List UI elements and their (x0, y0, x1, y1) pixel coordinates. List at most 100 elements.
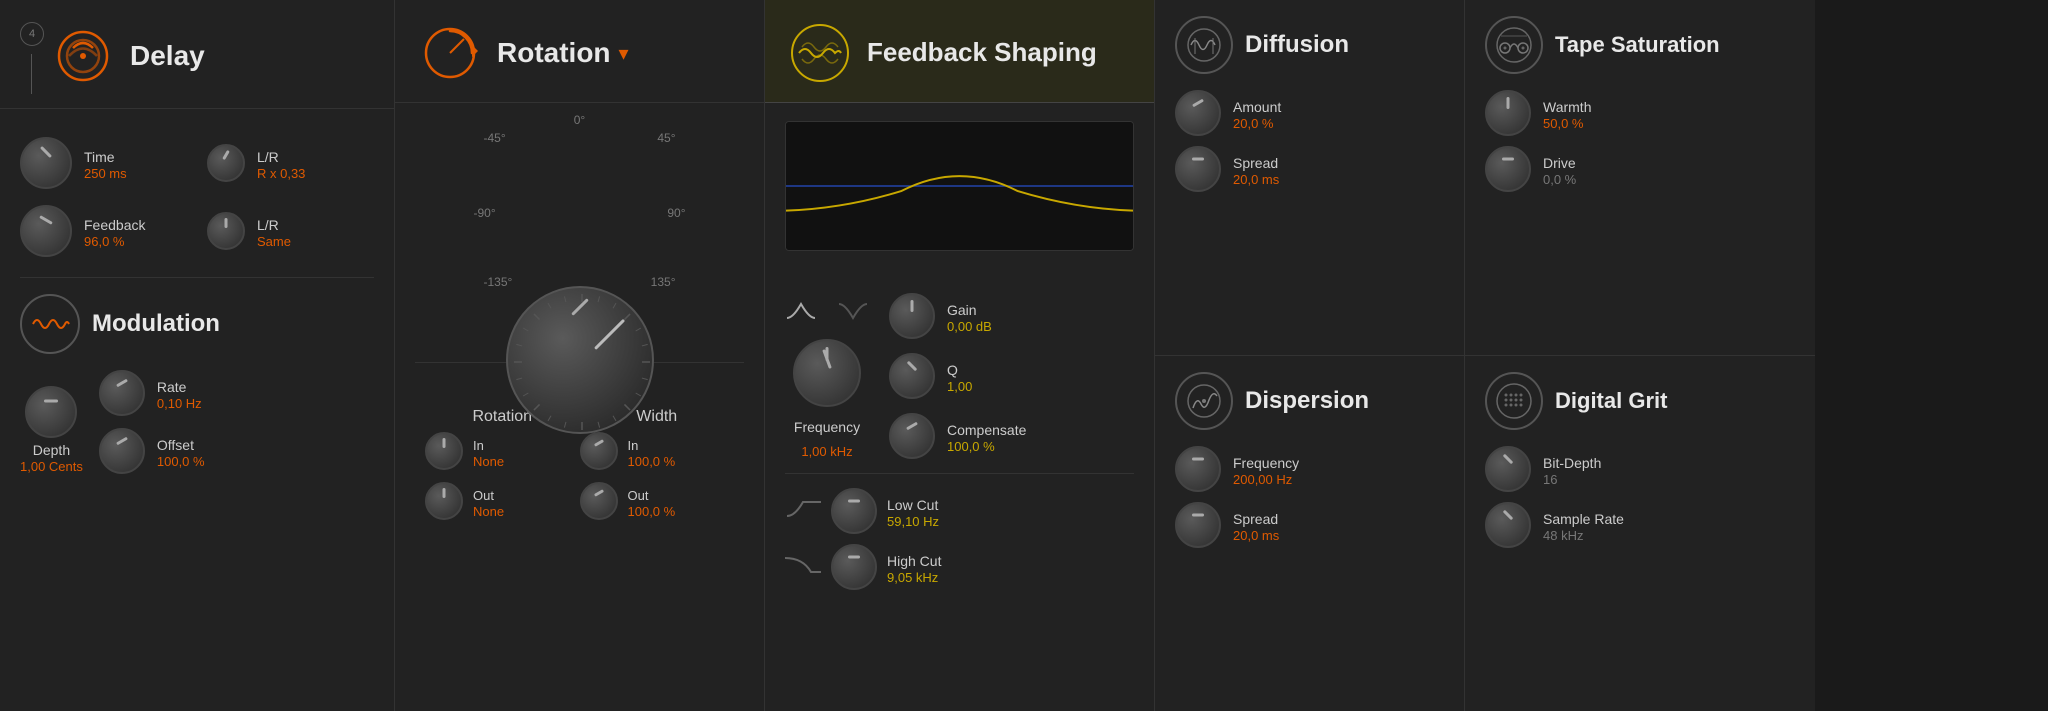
feedback-row: Feedback 96,0 % (20, 205, 187, 257)
angle-dial-container: 0° 45° 90° 135° +/-180° -135° -90° -45° (470, 113, 690, 313)
compensate-knob[interactable] (889, 413, 935, 459)
warmth-param: Warmth 50,0 % (1543, 95, 1591, 131)
lr2-value: Same (257, 234, 291, 249)
highcut-icon (785, 554, 821, 581)
angle-dial[interactable] (506, 133, 654, 281)
digital-grit-icon (1485, 372, 1543, 430)
samplerate-label: Sample Rate (1543, 511, 1624, 527)
digital-grit-sub-panel: Digital Grit Bit-Depth 16 Sample Rate 48… (1465, 356, 1815, 711)
compensate-label: Compensate (947, 422, 1026, 438)
lr1-knob[interactable] (207, 144, 245, 182)
dispersion-icon (1175, 372, 1233, 430)
diffusion-spread-value: 20,0 ms (1233, 172, 1279, 187)
dispersion-params: Frequency 200,00 Hz Spread 20,0 ms (1175, 446, 1444, 548)
lr1-row: L/R R x 0,33 (207, 137, 374, 189)
rotation-out-knob[interactable] (425, 482, 463, 520)
highcut-label: High Cut (887, 553, 941, 569)
bitdepth-knob[interactable] (1485, 446, 1531, 492)
dispersion-sub-panel: Dispersion Frequency 200,00 Hz Spread 20… (1155, 356, 1464, 711)
lr1-param: L/R R x 0,33 (257, 145, 305, 181)
digital-grit-params: Bit-Depth 16 Sample Rate 48 kHz (1485, 446, 1795, 548)
warmth-knob[interactable] (1485, 90, 1531, 136)
q-row: Q 1,00 (889, 353, 1026, 399)
dispersion-spread-param: Spread 20,0 ms (1233, 507, 1279, 543)
tape-icon (1485, 16, 1543, 74)
lr2-row: L/R Same (207, 205, 374, 257)
rate-knob[interactable] (99, 370, 145, 416)
lowcut-knob[interactable] (831, 488, 877, 534)
width-out-row: Out 100,0 % (580, 482, 735, 520)
feedback-knob[interactable] (20, 205, 72, 257)
width-out-knob[interactable] (580, 482, 618, 520)
rotation-header: Rotation ▾ (395, 0, 764, 103)
feedback-icon-container (785, 18, 855, 88)
frequency-knob[interactable] (793, 339, 861, 407)
feedback-label: Feedback (84, 217, 145, 233)
lowcut-value: 59,10 Hz (887, 514, 939, 529)
rotation-dropdown[interactable]: ▾ (619, 41, 629, 66)
time-knob[interactable] (20, 137, 72, 189)
rotation-in-knob[interactable] (425, 432, 463, 470)
digital-grit-title: Digital Grit (1555, 388, 1667, 414)
rotation-in-param: In None (473, 434, 504, 469)
width-in-knob[interactable] (580, 432, 618, 470)
mod-right-params: Rate 0,10 Hz Offset 100,0 % (99, 370, 205, 474)
highcut-value: 9,05 kHz (887, 570, 941, 585)
dispersion-spread-knob[interactable] (1175, 502, 1221, 548)
dispersion-spread-row: Spread 20,0 ms (1175, 502, 1444, 548)
rate-row: Rate 0,10 Hz (99, 370, 205, 416)
time-row: Time 250 ms (20, 137, 187, 189)
freq-label: Frequency (794, 419, 860, 435)
filter-shape-row: Frequency 1,00 kHz Gain 0,00 dB Q (785, 265, 1134, 459)
samplerate-knob[interactable] (1485, 502, 1531, 548)
delay-content: Time 250 ms L/R R x 0,33 Feedback 96,0 % (0, 109, 394, 711)
rate-label: Rate (157, 379, 202, 395)
time-param: Time 250 ms (84, 145, 127, 181)
depth-value: 1,00 Cents (20, 459, 83, 474)
rate-param: Rate 0,10 Hz (157, 375, 202, 411)
dispersion-freq-knob[interactable] (1175, 446, 1221, 492)
drive-knob[interactable] (1485, 146, 1531, 192)
modulation-title: Modulation (92, 310, 220, 338)
depth-knob[interactable] (25, 386, 77, 438)
diffusion-amount-row: Amount 20,0 % (1175, 90, 1444, 136)
feedback-panel: Feedback Shaping (765, 0, 1155, 711)
notch-shape-btn[interactable] (837, 300, 869, 327)
width-in-label: In (628, 438, 676, 453)
diffusion-spread-knob[interactable] (1175, 146, 1221, 192)
rotation-content: 0° 45° 90° 135° +/-180° -135° -90° -45° (395, 103, 764, 711)
modulation-icon (20, 294, 80, 354)
delay-icon (48, 21, 118, 91)
dispersion-spread-value: 20,0 ms (1233, 528, 1279, 543)
q-param: Q 1,00 (947, 358, 972, 394)
lr2-knob[interactable] (207, 212, 245, 250)
width-out-value: 100,0 % (628, 504, 676, 519)
rotation-in-value: None (473, 454, 504, 469)
width-in-value: 100,0 % (628, 454, 676, 469)
peak-shape-btn[interactable] (785, 300, 817, 327)
delay-header: 4 Delay (0, 0, 394, 109)
warmth-row: Warmth 50,0 % (1485, 90, 1795, 136)
feedback-param: Feedback 96,0 % (84, 213, 145, 249)
offset-label: Offset (157, 437, 205, 453)
rotation-icon-container (415, 18, 485, 88)
diffusion-amount-knob[interactable] (1175, 90, 1221, 136)
filter-section: Low Cut 59,10 Hz High Cut 9,05 kHz (785, 473, 1134, 590)
bitdepth-row: Bit-Depth 16 (1485, 446, 1795, 492)
rotation-title: Rotation (497, 37, 611, 69)
samplerate-value: 48 kHz (1543, 528, 1624, 543)
time-value: 250 ms (84, 166, 127, 181)
drive-label: Drive (1543, 155, 1576, 171)
feedback-title: Feedback Shaping (867, 37, 1097, 68)
highcut-knob[interactable] (831, 544, 877, 590)
rotation-in-row: In None (425, 432, 580, 470)
feedback-value: 96,0 % (84, 234, 145, 249)
offset-knob[interactable] (99, 428, 145, 474)
rotation-knob[interactable] (506, 286, 654, 434)
width-out-param: Out 100,0 % (628, 484, 676, 519)
rotation-out-param: Out None (473, 484, 504, 519)
shape-icons (785, 300, 869, 327)
gain-knob[interactable] (889, 293, 935, 339)
delay-panel: 4 Delay Time 250 ms (0, 0, 395, 711)
q-knob[interactable] (889, 353, 935, 399)
